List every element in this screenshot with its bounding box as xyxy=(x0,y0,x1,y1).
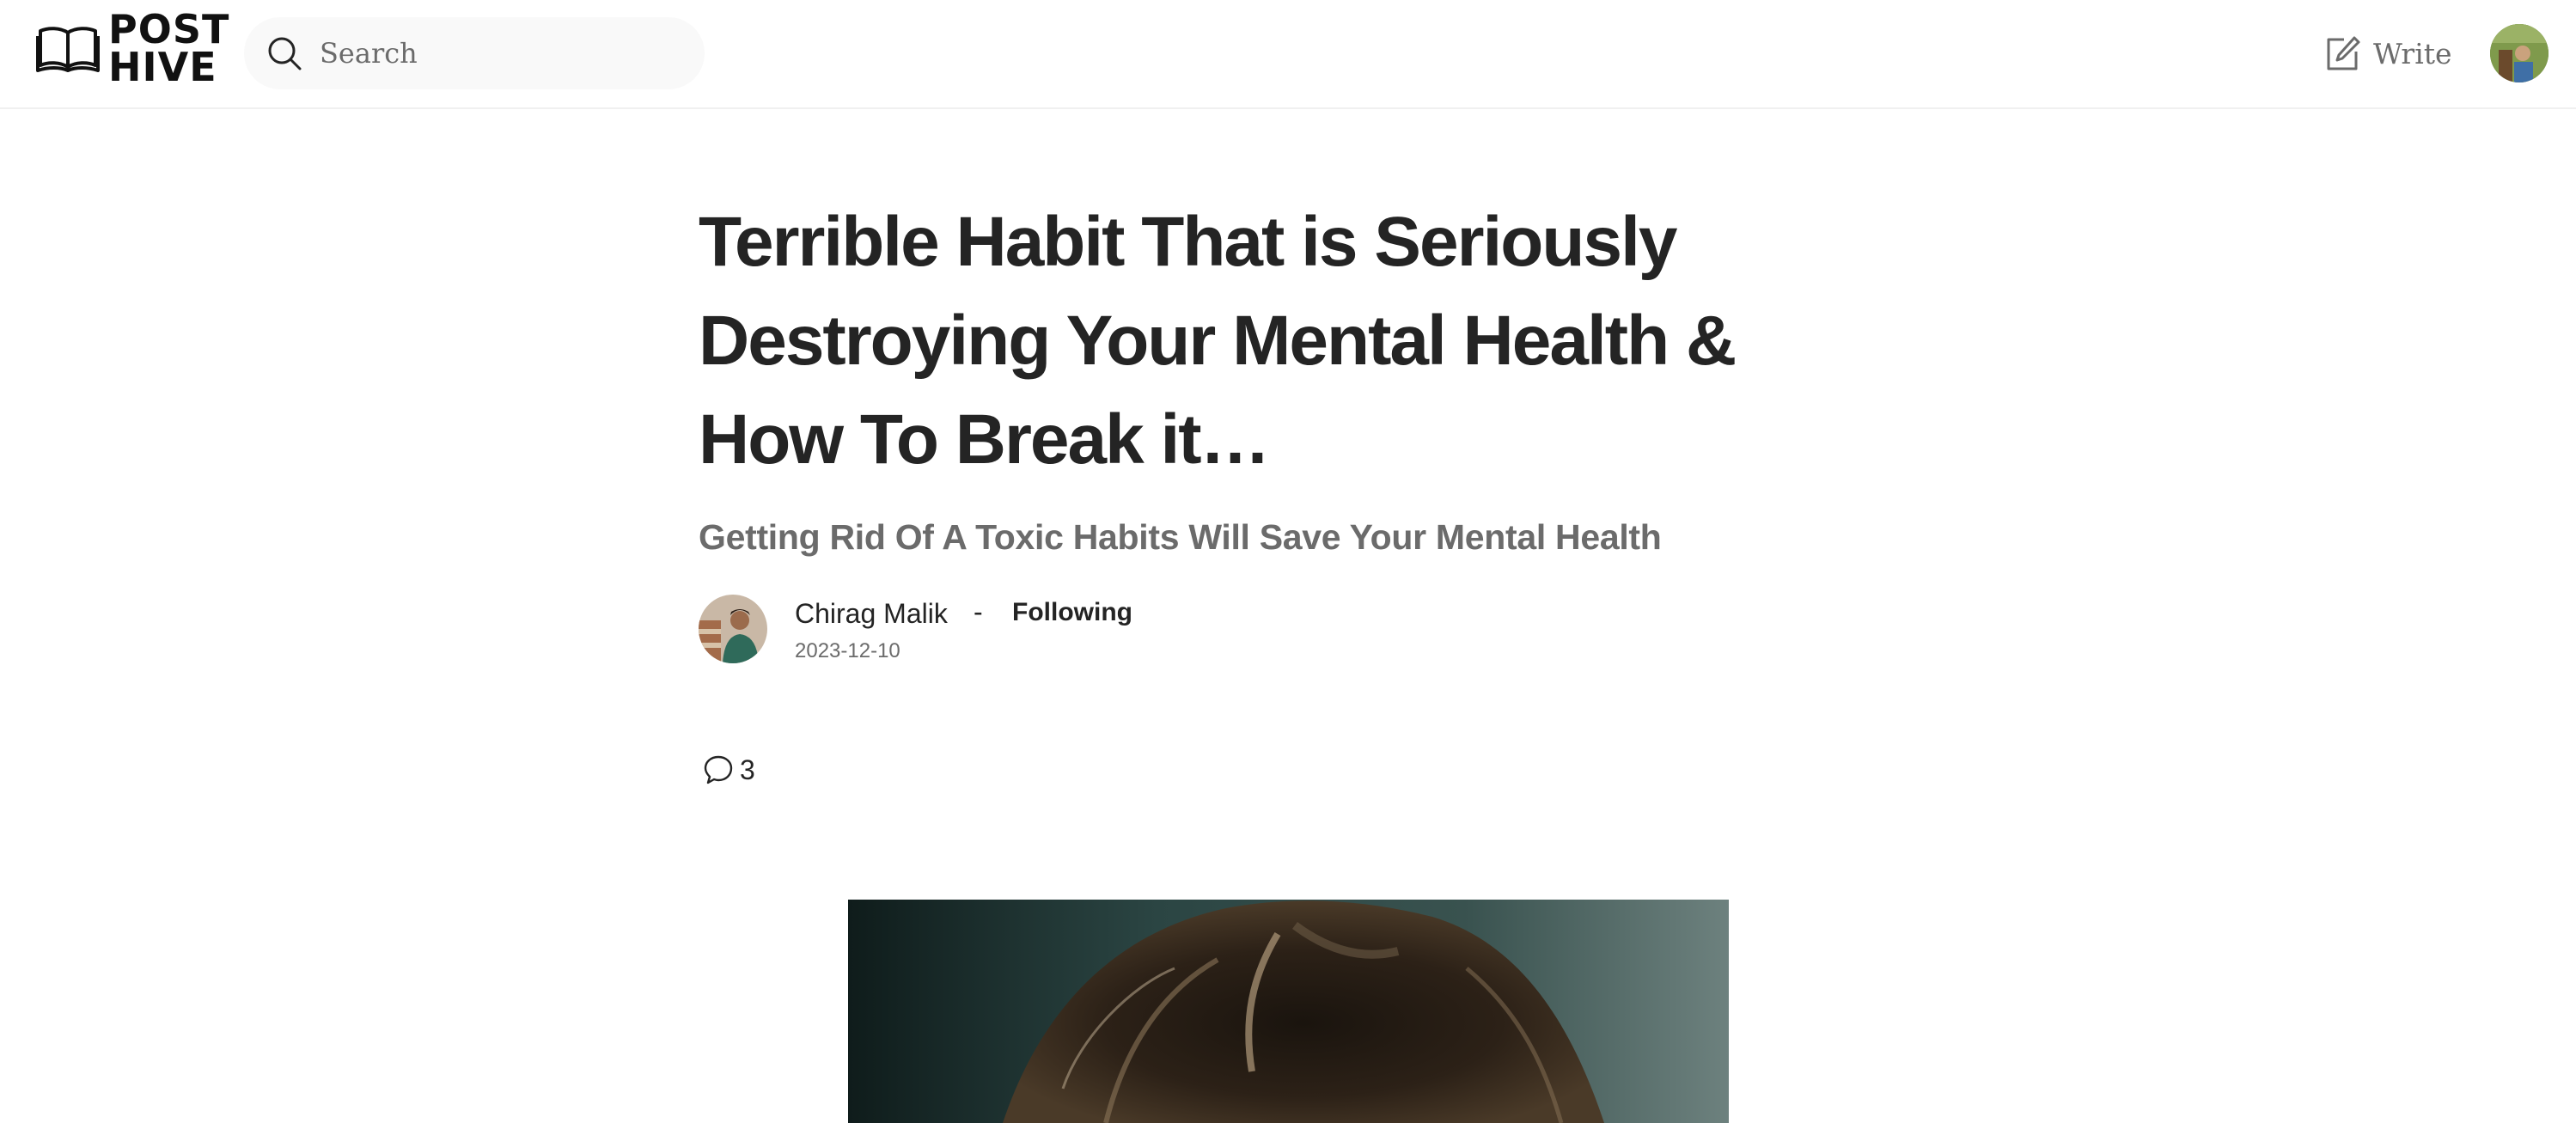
site-logo[interactable]: POST HIVE xyxy=(36,9,229,87)
author-avatar-image xyxy=(699,595,767,663)
article-title: Terrible Habit That is Seriously Destroy… xyxy=(699,203,1737,479)
search-bar[interactable] xyxy=(244,17,705,89)
logo-line-2: HIVE xyxy=(108,44,217,90)
user-avatar-image xyxy=(2490,24,2549,82)
search-input[interactable] xyxy=(320,27,681,79)
search-icon xyxy=(268,37,302,70)
hero-photo xyxy=(848,900,1729,1123)
publish-date: 2023-12-10 xyxy=(795,639,900,662)
write-button[interactable]: Write xyxy=(2323,31,2452,76)
article-hero-image xyxy=(848,900,1729,1123)
write-label: Write xyxy=(2373,36,2452,70)
article-subtitle: Getting Rid Of A Toxic Habits Will Save … xyxy=(699,517,1662,557)
author-name[interactable]: Chirag Malik xyxy=(795,598,948,630)
open-book-icon xyxy=(36,27,100,72)
following-button[interactable]: Following xyxy=(1012,598,1132,627)
author-separator: - xyxy=(974,596,983,627)
top-navigation-bar: POST HIVE Write xyxy=(0,0,2576,109)
logo-line-1: POST xyxy=(108,6,230,52)
comment-count: 3 xyxy=(740,754,755,785)
user-avatar[interactable] xyxy=(2490,24,2549,82)
author-avatar[interactable] xyxy=(699,595,767,663)
comments-button[interactable]: 3 xyxy=(702,751,755,789)
speech-bubble-icon xyxy=(704,755,733,784)
logo-wordmark: POST HIVE xyxy=(108,6,230,90)
edit-note-icon xyxy=(2327,36,2360,70)
